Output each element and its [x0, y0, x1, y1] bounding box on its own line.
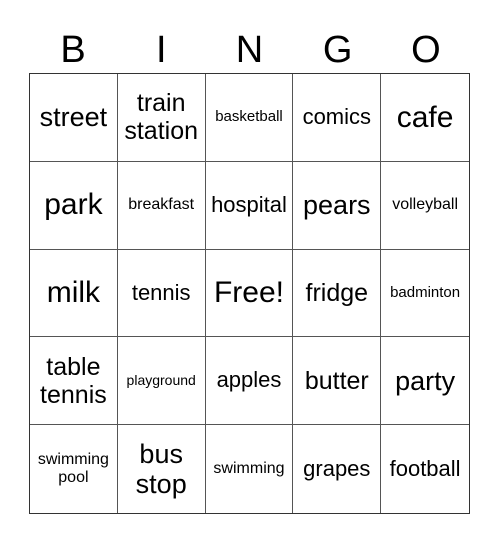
bingo-cell[interactable]: badminton: [381, 250, 469, 338]
bingo-cell[interactable]: milk: [30, 249, 118, 338]
bingo-cell[interactable]: butter: [293, 337, 382, 426]
bingo-cell[interactable]: swimming: [206, 425, 294, 513]
bingo-cell[interactable]: cafe: [381, 74, 469, 162]
bingo-card: street train station basketball comics c…: [29, 73, 470, 514]
bingo-cell[interactable]: apples: [205, 337, 294, 426]
bingo-cell[interactable]: swimming pool: [30, 425, 118, 513]
bingo-cell[interactable]: park: [30, 161, 118, 250]
bingo-cell[interactable]: table tennis: [30, 337, 118, 426]
bingo-cell[interactable]: grapes: [293, 425, 382, 513]
free-space[interactable]: Free!: [205, 249, 294, 338]
bingo-cell[interactable]: train station: [117, 74, 206, 162]
bingo-cell[interactable]: pears: [293, 161, 382, 250]
bingo-cell[interactable]: comics: [293, 74, 382, 162]
bingo-cell[interactable]: breakfast: [117, 161, 206, 250]
bingo-cell[interactable]: football: [381, 425, 469, 513]
header-letter-b: B: [60, 29, 86, 71]
header-letter-i: I: [156, 29, 167, 71]
bingo-cell[interactable]: street: [30, 74, 118, 162]
bingo-cell[interactable]: playground: [117, 337, 206, 426]
header-letter-n: N: [235, 29, 264, 71]
bingo-cell[interactable]: tennis: [117, 249, 206, 338]
bingo-cell[interactable]: fridge: [293, 249, 382, 338]
bingo-header: B I N G O: [29, 28, 470, 73]
bingo-cell[interactable]: basketball: [205, 74, 294, 162]
bingo-cell[interactable]: volleyball: [381, 162, 469, 250]
header-letter-o: O: [411, 29, 441, 71]
bingo-cell[interactable]: hospital: [205, 161, 294, 250]
bingo-cell[interactable]: party: [381, 337, 469, 426]
header-letter-g: G: [322, 29, 353, 71]
bingo-cell[interactable]: bus stop: [118, 425, 206, 513]
